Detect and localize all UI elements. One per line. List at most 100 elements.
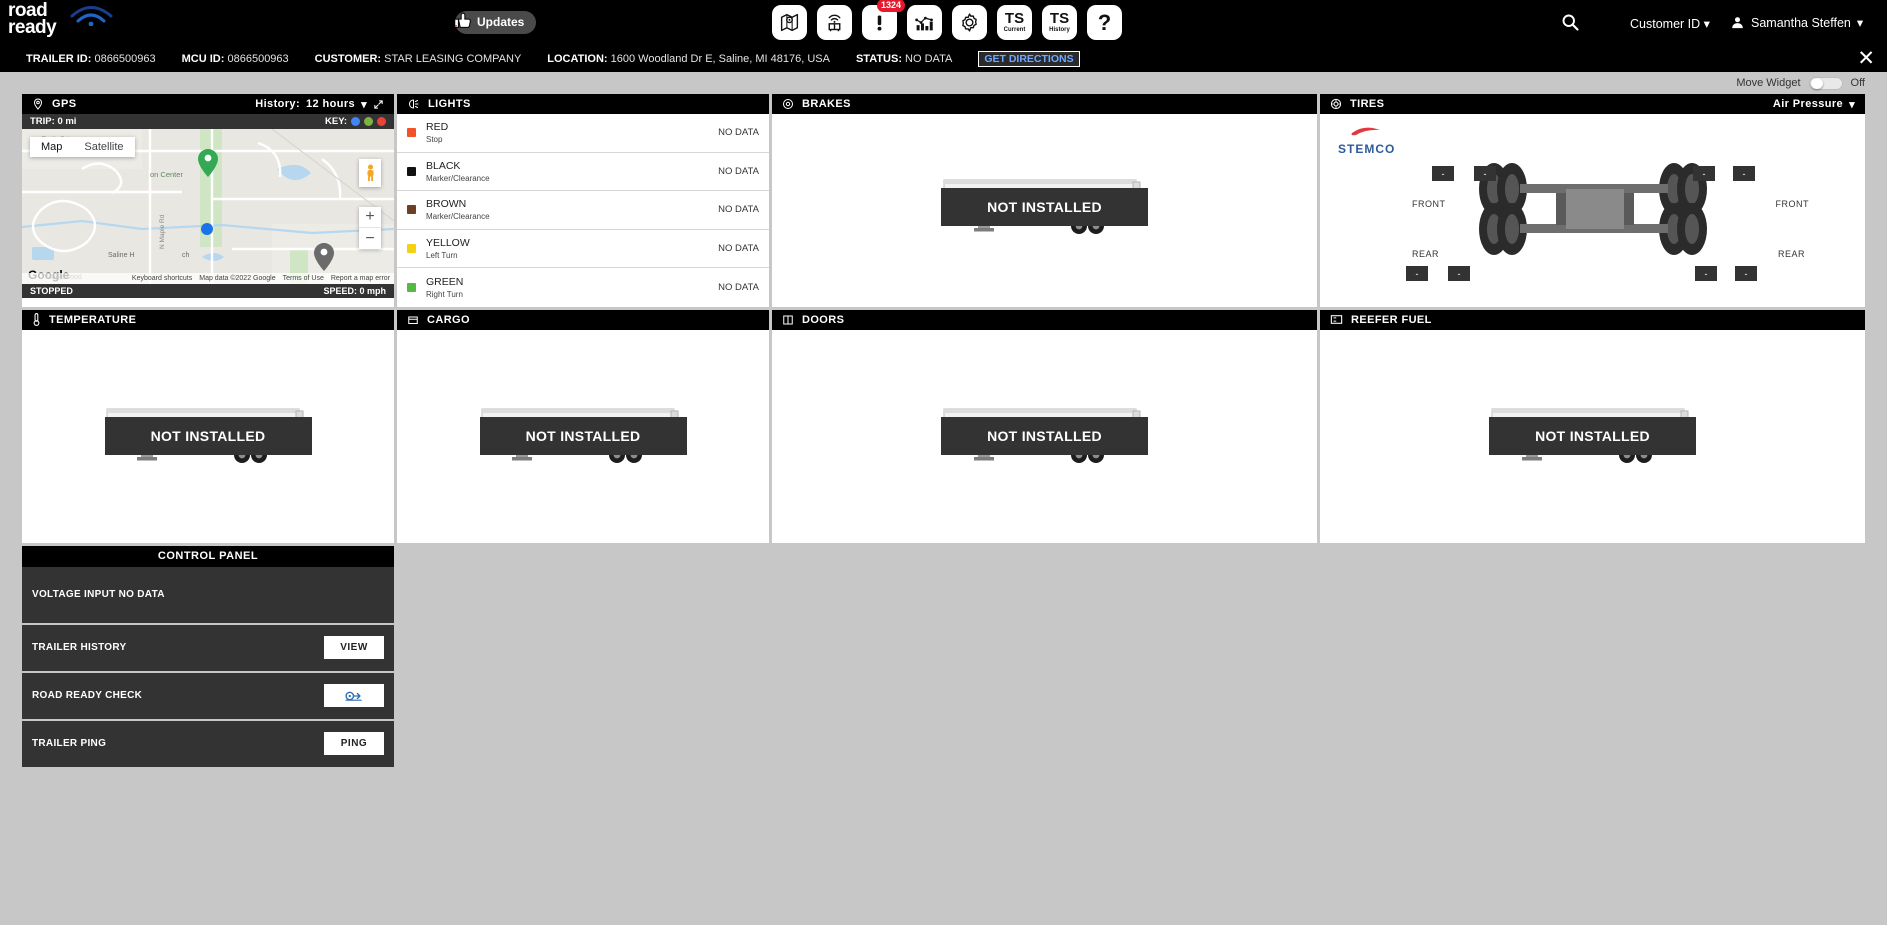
top-navigation-bar: road ready Updates 1324 TS Current TS Hi… [0, 0, 1887, 46]
control-panel: CONTROL PANEL VOLTAGE INPUT NO DATA TRAI… [22, 545, 394, 769]
map-attribution: Keyboard shortcuts Map data ©2022 Google… [22, 273, 394, 284]
ts-history-icon[interactable]: TS History [1042, 5, 1077, 40]
tire-label-rear-right: REAR [1777, 249, 1805, 259]
key-dot-green [364, 117, 373, 126]
road-ready-check-row: ROAD READY CHECK [22, 672, 394, 721]
voltage-input-label: VOLTAGE INPUT NO DATA [32, 589, 165, 601]
doors-title: DOORS [802, 313, 845, 326]
gps-history-value[interactable]: 12 hours [306, 98, 355, 110]
ts-current-icon[interactable]: TS Current [997, 5, 1032, 40]
keyboard-shortcuts-link[interactable]: Keyboard shortcuts [132, 275, 192, 282]
reefer-fuel-title: REEFER FUEL [1351, 313, 1432, 326]
brakes-widget: BRAKES NOT INSTALLED [772, 94, 1317, 307]
map-zoom-controls[interactable]: + − [359, 207, 381, 249]
app-logo[interactable]: road ready [8, 1, 118, 44]
map-tab[interactable]: Map [30, 137, 74, 157]
light-name: YELLOW [426, 237, 470, 250]
close-icon[interactable]: ✕ [1857, 48, 1875, 70]
chevron-down-icon[interactable]: ▾ [361, 98, 367, 111]
headlight-icon [408, 99, 419, 109]
light-name: BLACK [426, 159, 461, 172]
brakes-widget-header: BRAKES [772, 94, 1317, 114]
tire-reading[interactable]: - [1406, 266, 1428, 281]
get-directions-button[interactable]: GET DIRECTIONS [978, 51, 1080, 67]
reports-chart-icon[interactable] [907, 5, 942, 40]
mcu-id-label: MCU ID: [181, 53, 225, 65]
reefer-fuel-body: NOT INSTALLED [1320, 330, 1865, 543]
temperature-title: TEMPERATURE [49, 313, 137, 326]
stemco-wordmark: STEMCO [1338, 142, 1396, 156]
alerts-icon[interactable]: 1324 [862, 0, 905, 40]
help-icon[interactable]: ? [1087, 5, 1122, 40]
map-type-switcher[interactable]: Map Satellite [30, 137, 135, 157]
temperature-status: NOT INSTALLED [104, 417, 312, 456]
user-menu[interactable]: Samantha Steffen ▾ [1730, 15, 1863, 30]
light-function: Marker/Clearance [426, 212, 490, 222]
tires-mode-value: Air Pressure [1772, 98, 1844, 110]
customer-id-label: Customer ID [1630, 17, 1701, 31]
tire-label-rear-left: REAR [1412, 249, 1440, 259]
gps-status-bar: STOPPED SPEED: 0 mph [22, 284, 394, 298]
key-dot-blue [351, 117, 360, 126]
svg-text:ch: ch [182, 252, 190, 259]
temperature-widget: TEMPERATURE NOT INSTALLED [22, 309, 394, 543]
ts-current-label: TS [1004, 9, 1025, 27]
trailer-info-bar: TRAILER ID: 0866500963 MCU ID: 086650096… [0, 46, 1887, 72]
lights-widget: LIGHTS RED Stop NO DATA BLACK Marker/Cle… [397, 94, 769, 307]
svg-text:N Maple Rd: N Maple Rd [159, 214, 166, 249]
tire-reading[interactable]: - [1432, 166, 1454, 181]
thumbs-up-icon[interactable] [452, 10, 474, 32]
pegman-icon[interactable] [359, 159, 381, 187]
tire-reading[interactable]: - [1733, 166, 1755, 181]
trailer-history-view-button[interactable]: VIEW [324, 636, 384, 660]
tire-reading[interactable]: - [1695, 266, 1717, 281]
search-icon[interactable] [1560, 12, 1580, 32]
light-function: Stop [426, 135, 443, 145]
light-function: Right Turn [426, 290, 463, 300]
trailer-history-row: TRAILER HISTORY VIEW [22, 624, 394, 673]
trailer-signal-icon[interactable] [817, 5, 852, 40]
tires-body: STEMCO FRONT FRONT REAR REAR - - - - - -… [1320, 114, 1865, 299]
tire-reading[interactable]: - [1693, 166, 1715, 181]
report-map-error-link[interactable]: Report a map error [331, 275, 390, 282]
list-item: GREEN Right Turn NO DATA [397, 268, 769, 307]
map-data-text: Map data ©2022 Google [199, 275, 276, 282]
light-value: NO DATA [718, 204, 759, 216]
expand-icon[interactable] [373, 99, 384, 110]
road-ready-check-button[interactable] [324, 684, 384, 708]
tires-mode-dropdown[interactable]: Air Pressure ▾ [1773, 98, 1855, 111]
lights-widget-header: LIGHTS [397, 94, 769, 114]
mcu-id-value: 0866500963 [227, 53, 289, 65]
zoom-out-button[interactable]: − [359, 228, 381, 249]
trailer-ping-label: TRAILER PING [32, 738, 107, 750]
trailer-ping-button[interactable]: PING [324, 732, 384, 756]
map-icon[interactable] [772, 5, 807, 40]
voltage-input-row: VOLTAGE INPUT NO DATA [22, 566, 394, 625]
status-field: STATUS: NO DATA [856, 53, 952, 65]
widget-row-1: GPS History: 12 hours ▾ TRIP: 0 mi KEY: [22, 94, 1865, 307]
move-widget-toggle[interactable] [1808, 76, 1843, 90]
tire-reading[interactable]: - [1448, 266, 1470, 281]
trailer-ping-row: TRAILER PING PING [22, 720, 394, 769]
tire-reading[interactable]: - [1474, 166, 1496, 181]
gps-trip-label: TRIP: 0 mi [30, 116, 77, 127]
light-value: NO DATA [718, 282, 759, 294]
light-value: NO DATA [718, 165, 759, 177]
tires-widget: TIRES Air Pressure ▾ STEMCO FRONT FRONT … [1320, 94, 1865, 307]
widget-grid: GPS History: 12 hours ▾ TRIP: 0 mi KEY: [0, 94, 1887, 543]
light-color-swatch [407, 205, 416, 215]
tire-reading[interactable]: - [1735, 266, 1757, 281]
temperature-body: NOT INSTALLED [22, 330, 394, 543]
tires-widget-header: TIRES Air Pressure ▾ [1320, 94, 1865, 114]
customer-id-dropdown[interactable]: Customer ID ▾ [1630, 16, 1710, 31]
cargo-widget-header: CARGO [397, 309, 769, 330]
trailer-id-field: TRAILER ID: 0866500963 [26, 53, 156, 65]
light-function: Marker/Clearance [426, 173, 490, 183]
zoom-in-button[interactable]: + [359, 207, 381, 228]
chevron-down-icon: ▾ [1849, 98, 1855, 111]
settings-gear-icon[interactable] [952, 5, 987, 40]
gps-map[interactable]: Textile Rd on Center N Maple Rd Saline H… [22, 129, 394, 284]
terms-of-use-link[interactable]: Terms of Use [283, 275, 324, 282]
ts-history-label: TS [1049, 9, 1070, 27]
satellite-tab[interactable]: Satellite [73, 137, 135, 157]
